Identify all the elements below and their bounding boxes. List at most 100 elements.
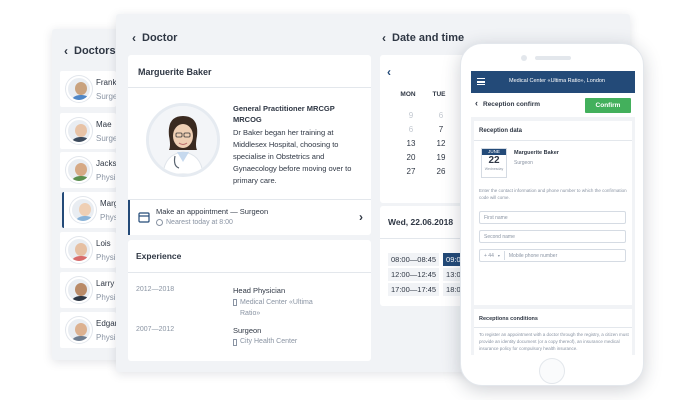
divider [503, 251, 505, 260]
phone-speaker [535, 56, 571, 60]
calendar-day[interactable]: 6 [426, 111, 456, 120]
conditions-card: Receptions conditions To register an app… [474, 309, 632, 355]
time-slot[interactable]: 08:00—08:45 [388, 253, 440, 266]
doctor-name: Larry [96, 278, 115, 288]
date-badge-weekday: Wednesday [484, 167, 504, 171]
calendar-day[interactable]: 12 [426, 139, 456, 148]
country-code-select[interactable]: + 44 [484, 253, 494, 259]
doctor-list-item[interactable]: Edgar Physician [60, 312, 116, 348]
home-button[interactable] [539, 358, 565, 384]
calendar-day[interactable]: 13 [396, 139, 426, 148]
experience-years: 2007—2012 [136, 326, 175, 333]
doctor-role: Physician [96, 332, 116, 342]
mobile-header: Medical Center «Ultima Ratio», London [471, 71, 635, 93]
divider [128, 87, 371, 88]
doctor-name: Lois [96, 238, 111, 248]
first-name-input[interactable]: First name [479, 211, 626, 224]
calendar-day[interactable]: 20 [396, 153, 426, 162]
contact-instruction: Enter the contact information and phone … [479, 188, 627, 200]
time-slot[interactable]: 17:00—17:45 [388, 283, 440, 296]
reception-data-card: Reception data JUNE 22 Wednesday Marguer… [474, 121, 632, 305]
calendar-weekdays: MON TUE [398, 91, 449, 98]
chevron-right-icon[interactable]: › [359, 210, 363, 224]
second-name-input[interactable]: Second name [479, 230, 626, 243]
menu-icon[interactable] [477, 78, 485, 85]
doctor-profile-card: Marguerite Baker General Practitioner MR… [128, 55, 371, 235]
doctor-list-item-selected[interactable]: MargueritePhysician [62, 192, 118, 228]
calendar-day[interactable]: 7 [426, 125, 456, 134]
weekday-label: TUE [432, 91, 446, 98]
mobile-subheader: ‹ Reception confirm Confirm [471, 93, 635, 117]
doctor-name: Edgar [96, 318, 116, 328]
doctor-list-item[interactable]: Jackson Physician [60, 152, 116, 188]
conditions-title: Receptions conditions [479, 316, 538, 322]
doctor-list-item[interactable]: Frank Surgeon [60, 71, 116, 107]
phone-camera [521, 55, 527, 61]
experience-card: Experience 2012—2018 Head Physician Medi… [128, 240, 371, 361]
calendar-card: ‹ MON TUE 9 6 6 7 13 12 20 19 27 26 [380, 55, 470, 203]
phone-input[interactable]: + 44 ▾ Mobile phone number [479, 249, 626, 262]
doctors-header[interactable]: ‹ Doctors [64, 44, 116, 58]
experience-place: City Health Center [233, 338, 297, 346]
experience-years: 2012—2018 [136, 286, 175, 293]
back-icon[interactable]: ‹ [475, 98, 478, 108]
experience-place: Medical Center «Ultima Ratio» [233, 298, 328, 319]
selected-date: Wed, 22.06.2018 [388, 217, 454, 227]
divider [474, 140, 632, 141]
calendar-day[interactable]: 19 [426, 153, 456, 162]
avatar [66, 237, 92, 263]
doctor-name: Frank [96, 77, 116, 87]
divider [380, 238, 470, 239]
chevron-left-icon[interactable]: ‹ [64, 44, 68, 58]
doctor-role: Surgeon [96, 133, 116, 143]
date-badge-day: 22 [488, 155, 500, 166]
datetime-header[interactable]: ‹ Date and time [382, 31, 464, 45]
calendar-day[interactable]: 27 [396, 167, 426, 176]
calendar-day[interactable]: 26 [426, 167, 456, 176]
appointment-nearest: Nearest today at 8:00 [166, 219, 233, 226]
doctor-photo-icon [149, 106, 217, 174]
doctor-role: Physician [96, 172, 116, 182]
mobile-doctor-name: Marguerite Baker [514, 150, 559, 156]
doctor-list-item[interactable]: Mae Surgeon [60, 113, 116, 149]
phone-frame: Medical Center «Ultima Ratio», London ‹ … [460, 43, 644, 386]
phone-screen: Medical Center «Ultima Ratio», London ‹ … [471, 71, 635, 355]
calendar-icon [138, 212, 150, 223]
doctor-list-item[interactable]: Larry Physician [60, 272, 116, 308]
appointment-row[interactable]: Make an appointment — Surgeon Nearest to… [128, 200, 371, 235]
divider [474, 327, 632, 328]
chevron-left-icon[interactable]: ‹ [382, 31, 386, 45]
building-icon [233, 299, 237, 306]
chevron-down-icon: ▾ [497, 253, 500, 258]
doctor-header[interactable]: ‹ Doctor [132, 31, 177, 45]
time-slot[interactable]: 12:00—12:45 [388, 268, 440, 281]
doctor-role: Physician [96, 292, 116, 302]
date-badge: JUNE 22 Wednesday [481, 148, 507, 178]
back-label[interactable]: Reception confirm [483, 101, 540, 108]
calendar-day[interactable]: 9 [396, 111, 426, 120]
chevron-left-icon[interactable]: ‹ [132, 31, 136, 45]
avatar [66, 76, 92, 102]
mobile-doctor-role: Surgeon [514, 160, 533, 166]
weekday-label: MON [400, 91, 416, 98]
calendar-day[interactable]: 6 [396, 125, 426, 134]
doctor-name: Mae [96, 119, 112, 129]
experience-position: Head Physician [233, 286, 286, 295]
experience-position: Surgeon [233, 326, 262, 335]
doctor-name: Jackson [96, 158, 116, 168]
divider [128, 272, 371, 273]
confirm-button[interactable]: Confirm [585, 98, 631, 113]
doctor-specialty: General Practitioner MRCGP MRCOG [233, 104, 335, 125]
doctor-role: Surgeon [96, 91, 116, 101]
doctor-name-heading: Marguerite Baker [138, 67, 212, 77]
timeslots-card: Wed, 22.06.2018 08:00—08:45 09:00 12:00—… [380, 206, 470, 306]
experience-title: Experience [136, 251, 182, 261]
appointment-label: Make an appointment — Surgeon [156, 207, 269, 216]
clock-icon [156, 219, 163, 226]
doctor-bio: Dr Baker began her training at Middlesex… [233, 128, 352, 185]
calendar-prev-icon[interactable]: ‹ [387, 65, 391, 79]
doctor-list-item[interactable]: Lois Physician [60, 232, 116, 268]
avatar [66, 157, 92, 183]
datetime-title: Date and time [392, 32, 465, 44]
building-icon [233, 339, 237, 346]
